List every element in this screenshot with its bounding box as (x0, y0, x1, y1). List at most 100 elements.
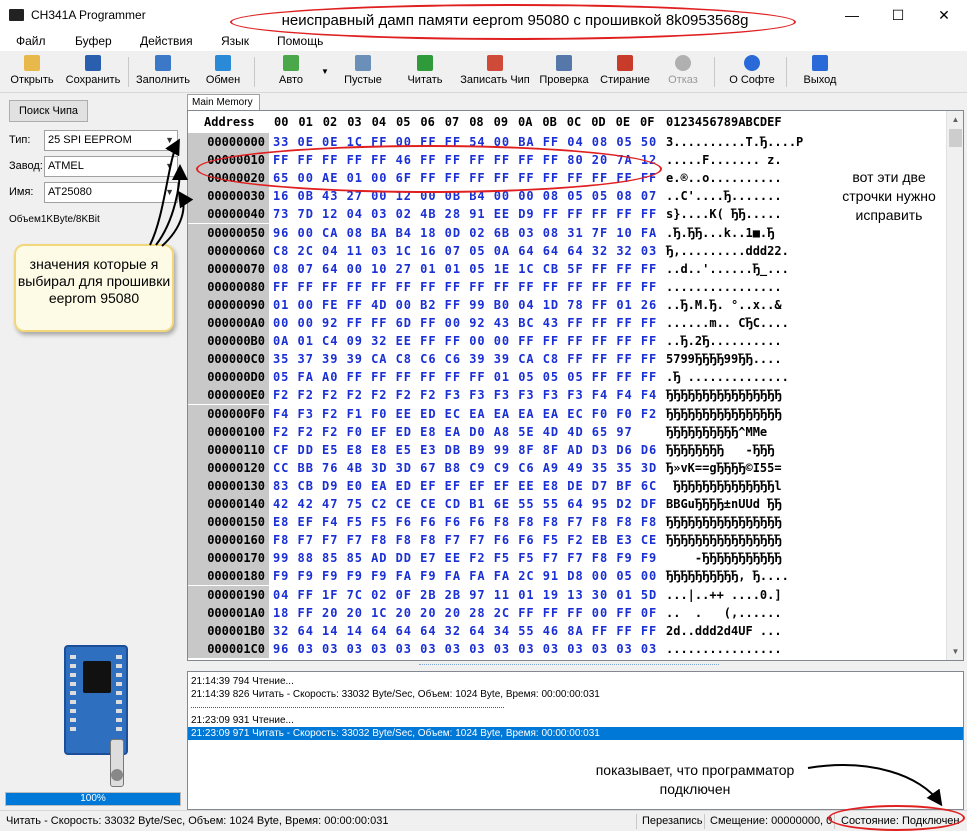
hex-row[interactable]: 000000E0 F2 F2 F2 F2 F2 F2 F2 F3 F3 F3 F3… (188, 386, 946, 405)
row-ascii[interactable]: ЂЂЂЂЂЂЂЂЂЂЂЂЂЂl (666, 477, 781, 495)
row-ascii[interactable]: ................ (666, 278, 782, 296)
menu-buffer[interactable]: Буфер (75, 34, 112, 48)
row-ascii[interactable]: .. . (,...... (666, 604, 782, 622)
hex-row[interactable]: 00000090 01 00 FE FF 4D 00 B2 FF 99 B0 04… (188, 295, 946, 314)
row-ascii[interactable]: Ђ,.........ddd22. (666, 242, 789, 260)
exit-button[interactable]: Выход (796, 53, 844, 91)
row-ascii[interactable]: ЂЂЂЂЂЂЂЂ -ЂЂЂ (666, 441, 774, 459)
row-ascii[interactable]: ЂЂЂЂЂЂЂЂЂЂЂЂЂЂЂЂ (666, 513, 782, 531)
hex-row[interactable]: 00000050 96 00 CA 08 BA B4 18 0D 02 6B 03… (188, 223, 946, 242)
hex-row[interactable]: 00000160 F8 F7 F7 F7 F8 F8 F8 F7 F7 F6 F6… (188, 531, 946, 550)
hex-row[interactable]: 00000170 99 88 85 85 AD DD E7 EE F2 F5 F5… (188, 549, 946, 568)
vendor-select[interactable]: ATMEL ▼ (44, 156, 178, 177)
verify-button[interactable]: Проверка (536, 53, 592, 91)
scroll-up-icon[interactable]: ▲ (947, 111, 963, 128)
row-bytes[interactable]: E8 EF F4 F5 F5 F6 F6 F6 F6 F8 F8 F8 F7 F… (273, 513, 657, 531)
row-bytes[interactable]: 96 03 03 03 03 03 03 03 03 03 03 03 03 0… (273, 640, 657, 658)
row-bytes[interactable]: F8 F7 F7 F7 F8 F8 F8 F7 F7 F6 F6 F5 F2 E… (273, 531, 657, 549)
hex-row[interactable]: 00000190 04 FF 1F 7C 02 0F 2B 2B 97 11 01… (188, 585, 946, 604)
minimize-button[interactable]: — (829, 0, 875, 31)
row-ascii[interactable]: -ЂЂЂЂЂЂЂЂЂЂЂ (666, 549, 782, 567)
row-ascii[interactable]: ЂЂЂЂЂЂЂЂЂЂЂЂЂЂЂЂ (666, 531, 782, 549)
read-button[interactable]: Читать (400, 53, 450, 91)
row-ascii[interactable]: 5799ЂЂЂЂ99ЂЂ.... (666, 350, 782, 368)
row-bytes[interactable]: F2 F2 F2 F0 EF ED E8 EA D0 A8 5E 4D 4D 6… (273, 423, 633, 441)
type-select[interactable]: 25 SPI EEPROM ▼ (44, 130, 178, 151)
tab-main-memory[interactable]: Main Memory (187, 94, 260, 110)
hex-row[interactable]: 00000070 08 07 64 00 10 27 01 01 05 1E 1C… (188, 259, 946, 278)
row-ascii[interactable]: ......m.. CЂC.... (666, 314, 789, 332)
row-ascii[interactable]: ..d..'......Ђ_... (666, 260, 789, 278)
row-bytes[interactable]: CC BB 76 4B 3D 3D 67 B8 C9 C9 C6 A9 49 3… (273, 459, 657, 477)
hex-row[interactable]: 00000100 F2 F2 F2 F0 EF ED E8 EA D0 A8 5E… (188, 422, 946, 441)
maximize-button[interactable]: ☐ (875, 0, 921, 31)
row-bytes[interactable]: 01 00 FE FF 4D 00 B2 FF 99 B0 04 1D 78 F… (273, 296, 657, 314)
row-bytes[interactable]: F9 F9 F9 F9 F9 FA F9 FA FA FA 2C 91 D8 0… (273, 567, 657, 585)
row-bytes[interactable]: 05 FA A0 FF FF FF FF FF FF 01 05 05 05 F… (273, 368, 657, 386)
row-bytes[interactable]: 73 7D 12 04 03 02 4B 28 91 EE D9 FF FF F… (273, 205, 657, 223)
row-bytes[interactable]: 96 00 CA 08 BA B4 18 0D 02 6B 03 08 31 7… (273, 224, 657, 242)
row-ascii[interactable]: ..C'....Ђ....... (666, 187, 782, 205)
row-ascii[interactable]: ...|..++ ....0.] (666, 586, 782, 604)
blank-check-button[interactable]: Пустые (338, 53, 388, 91)
menu-file[interactable]: Файл (16, 34, 46, 48)
open-button[interactable]: Открыть (7, 53, 57, 91)
search-chip-button[interactable]: Поиск Чипа (9, 100, 88, 122)
fill-button[interactable]: Заполнить (133, 53, 193, 91)
row-ascii[interactable]: Ђ»vK==gЂЂЂЂ©I55= (666, 459, 782, 477)
row-bytes[interactable]: 04 FF 1F 7C 02 0F 2B 2B 97 11 01 19 13 3… (273, 586, 657, 604)
auto-dropdown-arrow[interactable]: ▼ (318, 53, 332, 91)
save-button[interactable]: Сохранить (63, 53, 123, 91)
erase-button[interactable]: Стирание (597, 53, 653, 91)
hex-row[interactable]: 00000110 CF DD E5 E8 E8 E5 E3 DB B9 99 8F… (188, 440, 946, 459)
row-bytes[interactable]: 00 00 92 FF FF 6D FF 00 92 43 BC 43 FF F… (273, 314, 657, 332)
row-bytes[interactable]: 18 FF 20 20 1C 20 20 20 28 2C FF FF FF 0… (273, 604, 657, 622)
cancel-button[interactable]: Отказ (660, 53, 706, 91)
hex-row[interactable]: 00000130 83 CB D9 E0 EA ED EF EF EF EF EE… (188, 476, 946, 495)
auto-button[interactable]: Авто (266, 53, 316, 91)
hex-row[interactable]: 000001C0 96 03 03 03 03 03 03 03 03 03 03… (188, 639, 946, 658)
row-ascii[interactable]: ..Ђ.M.Ђ. °..x..& (666, 296, 782, 314)
hex-row[interactable]: 000000A0 00 00 92 FF FF 6D FF 00 92 43 BC… (188, 314, 946, 332)
row-ascii[interactable]: 3..........T.Ђ....P (666, 133, 803, 151)
scroll-thumb[interactable] (949, 129, 962, 147)
row-ascii[interactable]: e.®..o.......... (666, 169, 782, 187)
hex-row[interactable]: 000000C0 35 37 39 39 CA C8 C6 C6 39 39 CA… (188, 350, 946, 369)
row-ascii[interactable]: .....F....... z. (666, 151, 782, 169)
row-bytes[interactable]: C8 2C 04 11 03 1C 16 07 05 0A 64 64 64 3… (273, 242, 657, 260)
row-bytes[interactable]: FF FF FF FF FF FF FF FF FF FF FF FF FF F… (273, 278, 657, 296)
row-bytes[interactable]: 99 88 85 85 AD DD E7 EE F2 F5 F5 F7 F7 F… (273, 549, 657, 567)
row-ascii[interactable]: .Ђ.ЂЂ...k..1■.Ђ (666, 224, 774, 242)
row-bytes[interactable]: CF DD E5 E8 E8 E5 E3 DB B9 99 8F 8F AD D… (273, 441, 657, 459)
row-bytes[interactable]: 08 07 64 00 10 27 01 01 05 1E 1C CB 5F F… (273, 260, 657, 278)
row-bytes[interactable]: F4 F3 F2 F1 F0 EE ED EC EA EA EA EA EC F… (273, 405, 657, 423)
row-bytes[interactable]: 83 CB D9 E0 EA ED EF EF EF EF EE E8 DE D… (273, 477, 657, 495)
hex-row[interactable]: 00000120 CC BB 76 4B 3D 3D 67 B8 C9 C9 C6… (188, 458, 946, 477)
hex-row[interactable]: 00000150 E8 EF F4 F5 F5 F6 F6 F6 F6 F8 F8… (188, 513, 946, 532)
hex-row[interactable]: 000000F0 F4 F3 F2 F1 F0 EE ED EC EA EA EA… (188, 404, 946, 423)
hex-row[interactable]: 00000180 F9 F9 F9 F9 F9 FA F9 FA FA FA 2C… (188, 567, 946, 586)
hex-row[interactable]: 00000060 C8 2C 04 11 03 1C 16 07 05 0A 64… (188, 241, 946, 260)
scroll-down-icon[interactable]: ▼ (947, 643, 963, 660)
row-ascii[interactable]: BBGuЂЂЂЂ±nUUd ЂЂ (666, 495, 782, 513)
row-bytes[interactable]: 35 37 39 39 CA C8 C6 C6 39 39 CA C8 FF F… (273, 350, 657, 368)
swap-button[interactable]: Обмен (198, 53, 248, 91)
hex-row[interactable]: 00000080 FF FF FF FF FF FF FF FF FF FF FF… (188, 277, 946, 296)
chip-name-select[interactable]: AT25080 ▼ (44, 182, 178, 203)
row-ascii[interactable]: .Ђ .............. (666, 368, 789, 386)
hex-row[interactable]: 00000140 42 42 47 75 C2 CE CE CD B1 6E 55… (188, 495, 946, 513)
write-chip-button[interactable]: Записать Чип (456, 53, 534, 91)
row-bytes[interactable]: 42 42 47 75 C2 CE CE CD B1 6E 55 55 64 9… (273, 495, 657, 513)
panel-splitter[interactable] (187, 661, 964, 671)
row-ascii[interactable]: ЂЂЂЂЂЂЂЂЂЂ^MMe (666, 423, 767, 441)
log-line-selected[interactable]: 21:23:09 971 Читать - Скорость: 33032 By… (188, 727, 963, 740)
about-button[interactable]: О Софте (724, 53, 780, 91)
row-ascii[interactable]: ..Ђ.2Ђ.......... (666, 332, 782, 350)
row-ascii[interactable]: ................ (666, 640, 782, 658)
splitter-grip[interactable] (419, 664, 719, 667)
row-ascii[interactable]: ЂЂЂЂЂЂЂЂЂЂЂЂЂЂЂЂ (666, 405, 782, 423)
row-bytes[interactable]: 0A 01 C4 09 32 EE FF FF 00 00 FF FF FF F… (273, 332, 657, 350)
close-button[interactable]: ✕ (921, 0, 967, 31)
row-ascii[interactable]: s}....K( ЂЂ..... (666, 205, 782, 223)
hex-row[interactable]: 000001B0 32 64 14 14 64 64 64 32 64 34 55… (188, 621, 946, 640)
